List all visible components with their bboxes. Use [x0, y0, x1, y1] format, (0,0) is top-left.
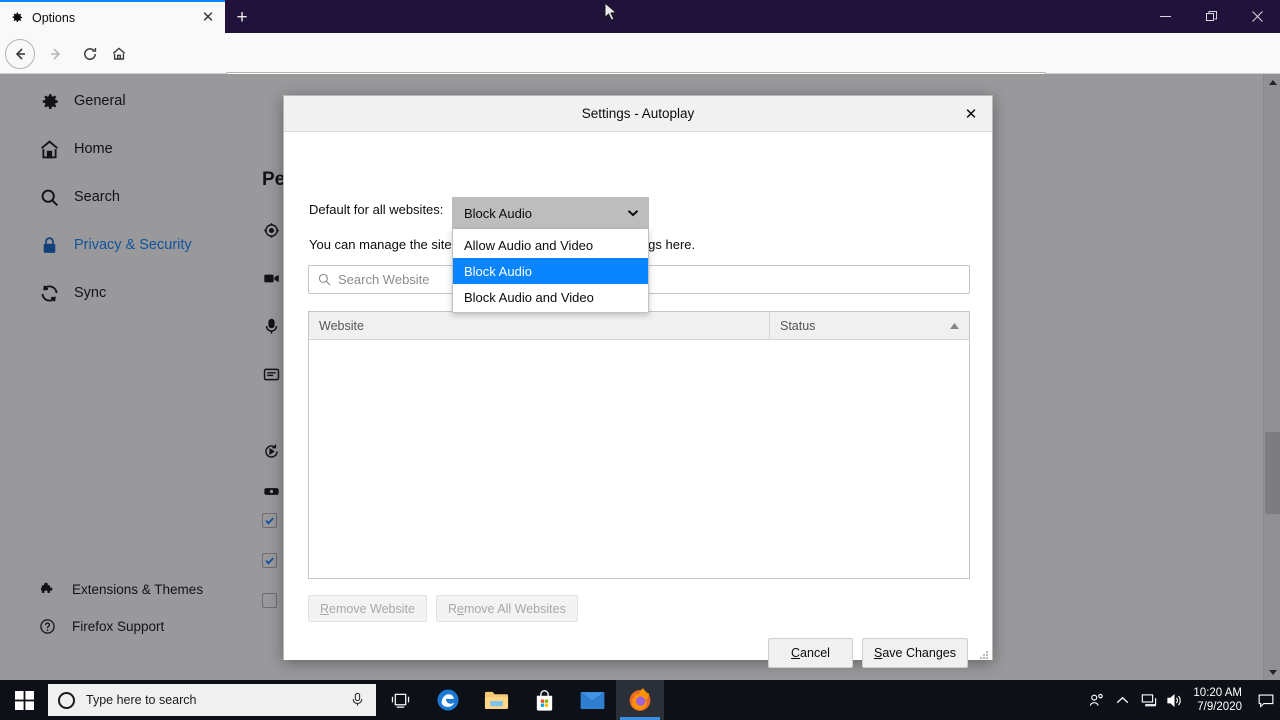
system-tray: 10:20 AM 7/9/2020 [1083, 680, 1280, 720]
close-icon[interactable]: ✕ [958, 102, 984, 126]
taskbar-clock[interactable]: 10:20 AM 7/9/2020 [1187, 680, 1252, 720]
select-option-allow-audio-video[interactable]: Allow Audio and Video [453, 232, 648, 258]
sort-ascending-icon [949, 321, 959, 331]
select-value: Block Audio [464, 205, 532, 221]
select-option-block-audio[interactable]: Block Audio [453, 258, 648, 284]
window-controls [1142, 0, 1280, 33]
select-option-block-audio-video[interactable]: Block Audio and Video [453, 284, 648, 310]
taskbar-app-microsoft-store[interactable] [520, 680, 568, 720]
people-icon[interactable] [1083, 680, 1109, 720]
mouse-cursor [604, 2, 618, 21]
cancel-label-rest: ancel [800, 646, 830, 660]
tab-strip: Options ✕ + [0, 0, 1280, 33]
back-button[interactable] [5, 39, 35, 69]
save-label-rest: ave Changes [882, 646, 956, 660]
column-header-website[interactable]: Website [309, 312, 770, 339]
taskbar-app-firefox[interactable] [616, 680, 664, 720]
taskbar-app-edge[interactable] [424, 680, 472, 720]
remove-website-label-rest: emove Website [329, 601, 415, 616]
default-setting-row: Default for all websites: [309, 202, 443, 217]
column-header-status[interactable]: Status [770, 312, 969, 339]
dialog-body: Default for all websites: Block Audio Al… [284, 132, 992, 668]
clock-time: 10:20 AM [1193, 687, 1242, 699]
chevron-up-icon[interactable] [1109, 680, 1135, 720]
reload-icon[interactable] [76, 40, 104, 68]
remove-all-websites-button: Re move All Websites [435, 595, 578, 622]
table-body [309, 340, 969, 578]
search-icon [318, 273, 331, 286]
volume-icon[interactable] [1161, 680, 1187, 720]
taskbar-app-mail[interactable] [568, 680, 616, 720]
new-tab-button[interactable]: + [228, 4, 256, 31]
forward-button [42, 40, 70, 68]
column-header-label: Status [780, 318, 816, 333]
microphone-icon[interactable] [350, 692, 366, 708]
windows-start-icon[interactable] [0, 680, 48, 720]
table-actions: Remove Website Re move All Websites [308, 595, 578, 622]
clock-date: 7/9/2020 [1197, 701, 1242, 713]
dialog-title: Settings - Autoplay [581, 106, 695, 121]
search-placeholder: Search Website [338, 272, 430, 287]
select-listbox[interactable]: Allow Audio and Video Block Audio Block … [452, 229, 649, 313]
cortana-search-box[interactable]: Type here to search [48, 684, 376, 716]
default-autoplay-select[interactable]: Block Audio Allow Audio and Video Block … [452, 197, 649, 313]
network-icon[interactable] [1135, 680, 1161, 720]
cortana-icon [58, 691, 75, 709]
remove-website-button: Remove Website [308, 595, 427, 622]
select-button[interactable]: Block Audio [452, 197, 649, 229]
notification-center-icon[interactable] [1252, 680, 1280, 720]
navigation-toolbar: Firefox about:preferences#privacy [0, 33, 1280, 101]
websites-table: Website Status [308, 311, 970, 579]
task-view-icon[interactable] [376, 680, 424, 720]
home-icon[interactable] [105, 40, 133, 68]
taskbar-app-file-explorer[interactable] [472, 680, 520, 720]
resize-grip-icon[interactable] [980, 648, 989, 659]
search-placeholder: Type here to search [86, 693, 197, 707]
remove-all-label-rest: move All Websites [463, 601, 566, 616]
tab-title: Options [32, 10, 76, 25]
screen: Options ✕ + General Home Search Privacy … [0, 0, 1280, 720]
default-setting-label: Default for all websites: [309, 202, 444, 217]
cancel-button[interactable]: Cancel [767, 638, 853, 668]
dialog-title-bar: Settings - Autoplay ✕ [284, 96, 992, 132]
dialog-footer: Cancel Save Changes [767, 638, 968, 668]
browser-tab-options[interactable]: Options ✕ [0, 2, 225, 33]
save-changes-button[interactable]: Save Changes [861, 638, 968, 668]
minimize-button[interactable] [1142, 0, 1188, 33]
maximize-button[interactable] [1188, 0, 1234, 33]
column-header-label: Website [319, 318, 364, 333]
table-header-row: Website Status [309, 312, 969, 340]
close-button[interactable] [1234, 0, 1280, 33]
close-icon[interactable]: ✕ [199, 9, 217, 27]
chevron-down-icon [626, 206, 640, 220]
windows-taskbar: Type here to search 10:20 AM 7/9/2020 [0, 680, 1280, 720]
gear-icon [8, 10, 24, 26]
autoplay-settings-dialog: Settings - Autoplay ✕ Default for all we… [283, 95, 993, 668]
